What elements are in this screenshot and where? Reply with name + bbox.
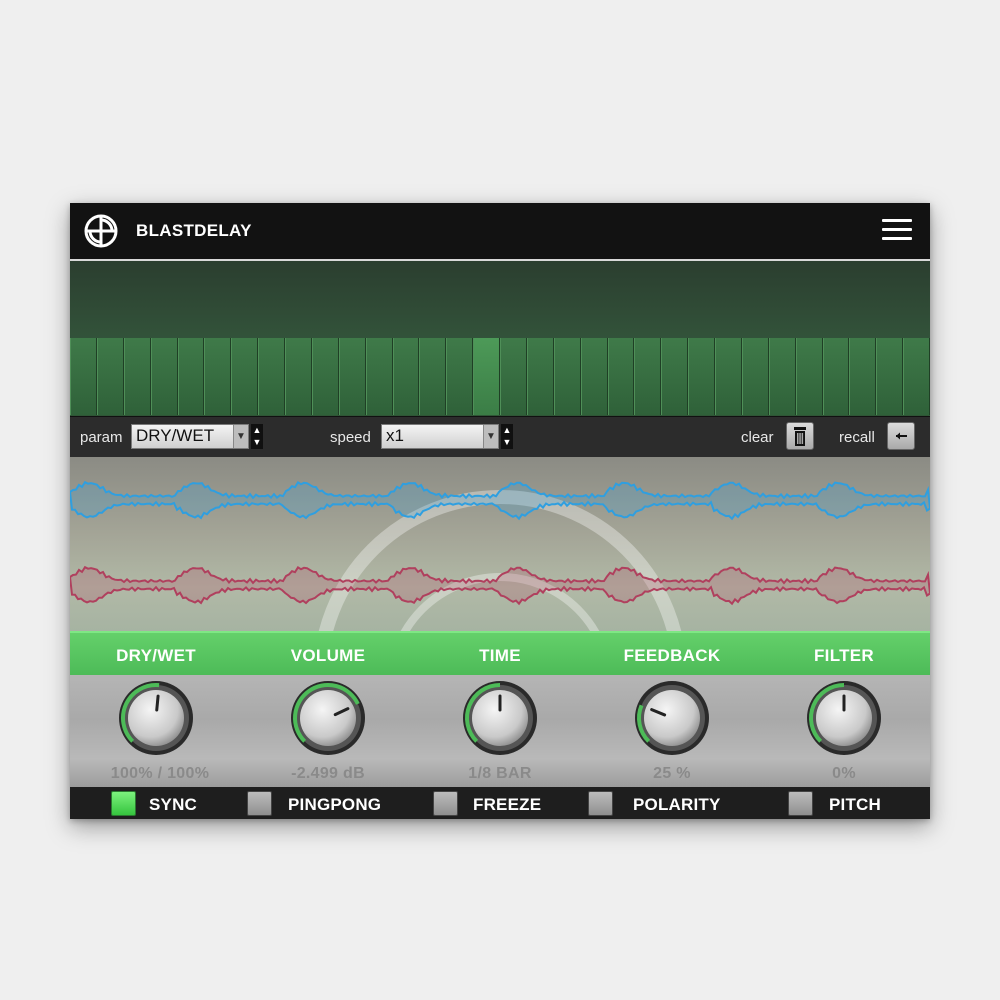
recall-button[interactable] <box>887 422 915 450</box>
step-row <box>70 338 930 415</box>
param-label-dry-wet: DRY/WET <box>116 646 196 665</box>
param-spinner[interactable]: ▲ ▼ <box>251 424 263 449</box>
time-knob[interactable] <box>461 679 539 757</box>
sync-toggle[interactable] <box>111 791 136 816</box>
app-title: BLASTDELAY <box>136 221 252 240</box>
sync-label: SYNC <box>149 795 198 814</box>
pingpong-toggle[interactable] <box>247 791 272 816</box>
pingpong-label: PINGPONG <box>288 795 382 814</box>
plugin-window: BLASTDELAY param DRY/WET ▼ ▲ ▼ speed x1 ▼… <box>70 203 930 819</box>
logo-icon <box>84 214 118 248</box>
freeze-toggle[interactable] <box>433 791 458 816</box>
sequencer-step[interactable] <box>311 338 339 415</box>
pitch-toggle[interactable] <box>788 791 813 816</box>
sequencer-step[interactable] <box>903 338 930 415</box>
volume-value: -2.499 dB <box>291 765 365 782</box>
clear-label: clear <box>741 429 774 446</box>
trash-icon <box>794 427 806 446</box>
sequencer-step[interactable] <box>231 338 259 415</box>
chevron-down-icon: ▼ <box>483 425 498 448</box>
sequencer-step[interactable] <box>526 338 554 415</box>
hamburger-menu-icon[interactable] <box>882 219 912 243</box>
sequencer-step[interactable] <box>150 338 178 415</box>
waveform-svg <box>70 480 930 631</box>
param-label-volume: VOLUME <box>290 646 366 665</box>
sequencer-step[interactable] <box>473 338 500 415</box>
waveform-display <box>70 457 930 631</box>
volume-knob[interactable] <box>289 679 367 757</box>
feedback-value: 25 % <box>653 765 691 782</box>
sequencer-step[interactable] <box>500 338 527 415</box>
param-label: param <box>80 429 123 446</box>
param-label-time: TIME <box>479 646 521 665</box>
speed-select[interactable]: x1 ▼ <box>381 424 499 449</box>
speed-label: speed <box>330 429 371 446</box>
sequencer-step[interactable] <box>553 338 581 415</box>
sequencer-step[interactable] <box>96 338 124 415</box>
right-channel-waveform <box>70 565 930 606</box>
sequencer-step[interactable] <box>365 338 393 415</box>
sequencer-step[interactable] <box>634 338 662 415</box>
sequencer-step[interactable] <box>795 338 823 415</box>
knob-panel: 100% / 100% -2.499 dB 1/8 BAR 25 % 0% <box>70 675 930 787</box>
param-select[interactable]: DRY/WET ▼ <box>131 424 249 449</box>
toggle-bar: SYNC PINGPONG FREEZE POLARITY PITCH <box>70 787 930 819</box>
sequencer-step[interactable] <box>285 338 312 415</box>
time-value: 1/8 BAR <box>468 765 532 782</box>
dry-wet-value: 100% / 100% <box>110 765 210 782</box>
sequencer-step[interactable] <box>876 338 904 415</box>
recall-label: recall <box>839 429 875 446</box>
sequencer-step[interactable] <box>258 338 285 415</box>
sequencer-step[interactable] <box>70 338 97 415</box>
chevron-down-icon: ▼ <box>233 425 248 448</box>
freeze-label: FREEZE <box>473 795 542 814</box>
sequencer-step[interactable] <box>607 338 635 415</box>
pitch-label: PITCH <box>829 795 881 814</box>
sequencer-step[interactable] <box>661 338 689 415</box>
sequencer-controls: param DRY/WET ▼ ▲ ▼ speed x1 ▼ ▲ ▼ clear r… <box>70 416 930 458</box>
sequencer-step[interactable] <box>446 338 474 415</box>
sequencer-step[interactable] <box>204 338 232 415</box>
speed-spinner[interactable]: ▲ ▼ <box>501 424 513 449</box>
sequencer-step[interactable] <box>768 338 796 415</box>
sequencer-step[interactable] <box>688 338 715 415</box>
feedback-knob[interactable] <box>633 679 711 757</box>
clear-button[interactable] <box>786 422 814 450</box>
arrow-left-icon <box>896 432 907 440</box>
polarity-toggle[interactable] <box>588 791 613 816</box>
left-channel-waveform <box>70 480 930 521</box>
polarity-label: POLARITY <box>633 795 721 814</box>
sequencer-step[interactable] <box>177 338 205 415</box>
sequencer-step[interactable] <box>419 338 447 415</box>
filter-value: 0% <box>832 765 856 782</box>
step-sequencer <box>70 261 930 416</box>
sequencer-step[interactable] <box>580 338 608 415</box>
speed-select-value: x1 <box>386 426 404 445</box>
sequencer-step[interactable] <box>715 338 742 415</box>
sequencer-step[interactable] <box>392 338 420 415</box>
title-bar: BLASTDELAY <box>70 203 930 261</box>
sequencer-step[interactable] <box>822 338 850 415</box>
param-select-value: DRY/WET <box>136 426 215 445</box>
sequencer-step[interactable] <box>741 338 769 415</box>
sequencer-step[interactable] <box>849 338 877 415</box>
sequencer-step[interactable] <box>338 338 366 415</box>
param-label-feedback: FEEDBACK <box>623 646 721 665</box>
dry-wet-knob[interactable] <box>117 679 195 757</box>
sequencer-step[interactable] <box>123 338 151 415</box>
parameter-strip: DRY/WET VOLUME TIME FEEDBACK FILTER <box>70 631 930 675</box>
filter-knob[interactable] <box>805 679 883 757</box>
param-label-filter: FILTER <box>813 646 875 665</box>
